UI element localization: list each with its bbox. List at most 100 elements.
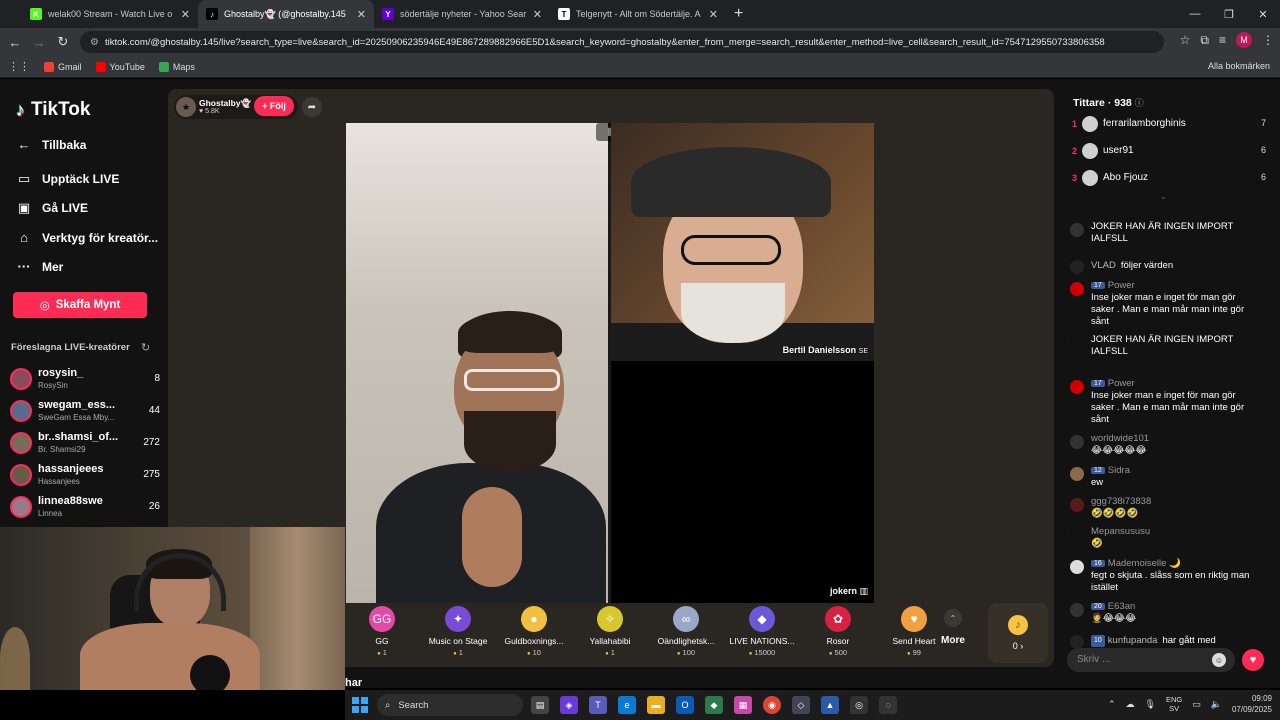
chat-username[interactable]: Mepansususu [1091, 526, 1150, 537]
chat-avatar[interactable] [1070, 635, 1084, 649]
suggested-creator[interactable]: linnea88swe Linnea 26 [10, 494, 160, 522]
outlook-icon[interactable]: O [676, 696, 694, 714]
chat-avatar[interactable] [1070, 603, 1084, 617]
obs-icon[interactable]: ◎ [850, 696, 868, 714]
gift-item[interactable]: ∞ Oändlighetsk... 100 [648, 601, 724, 659]
gift-item[interactable]: GG GG 1 [344, 601, 420, 659]
edge-icon[interactable]: e [618, 696, 636, 714]
chat-avatar[interactable] [1070, 498, 1084, 512]
chat-avatar[interactable] [1070, 380, 1084, 394]
refresh-icon[interactable]: ↻ [141, 341, 150, 354]
language-indicator[interactable]: ENG SV [1166, 695, 1182, 713]
follow-button[interactable]: + Följ [254, 96, 294, 116]
all-bookmarks-link[interactable]: Alla bokmärken [1208, 61, 1270, 71]
reload-icon[interactable]: ↻ [51, 34, 75, 50]
chat-avatar[interactable] [1070, 528, 1084, 542]
chat-username[interactable]: E63an [1108, 601, 1135, 612]
sidebar-nav-item[interactable]: ··· Mer [16, 259, 64, 274]
clock[interactable]: 09:09 07/09/2025 [1232, 693, 1272, 715]
file-explorer-icon[interactable]: ▬ [647, 696, 665, 714]
sidebar-nav-item[interactable]: ⌂ Verktyg för kreatör... [16, 230, 158, 245]
tab-close-icon[interactable]: ✕ [181, 8, 190, 21]
tab-close-icon[interactable]: ✕ [709, 8, 718, 21]
top-viewer[interactable]: 3 Abo Fjouz 6 [1072, 169, 1266, 189]
browser-tab[interactable]: T Telgenytt - Allt om Södertälje. A ✕ [550, 0, 726, 28]
assistant-icon[interactable]: ◌ [879, 696, 897, 714]
close-window-icon[interactable]: ✕ [1246, 0, 1280, 28]
new-tab-button[interactable]: + [734, 0, 743, 28]
extensions-icon[interactable]: ⧉ [1200, 33, 1209, 48]
photos-icon[interactable]: ▲ [821, 696, 839, 714]
forward-arrow-icon[interactable]: → [27, 35, 51, 50]
gift-item[interactable]: ✧ Yallahabibi 1 [572, 601, 648, 659]
bookmark-star-icon[interactable]: ☆ [1180, 33, 1191, 47]
browser-tab[interactable]: ♪ Ghostalby👻 (@ghostalby.145 ✕ [198, 0, 374, 28]
viewers-title[interactable]: Tittare · 938 ⓘ [1073, 96, 1144, 109]
apps-grid-icon[interactable]: ⋮⋮ [8, 60, 30, 73]
volume-icon[interactable]: 🔈 [1211, 699, 1222, 710]
microphone-icon[interactable]: 🎙 [1145, 699, 1156, 710]
suggested-creator[interactable]: rosysin_ RosySin 8 [10, 366, 160, 394]
minimize-icon[interactable]: — [1178, 0, 1212, 28]
sidebar-nav-item[interactable]: ▭ Upptäck LIVE [16, 171, 120, 187]
site-info-icon[interactable]: ⚙ [90, 37, 99, 48]
chat-avatar[interactable] [1070, 435, 1084, 449]
tray-chevron-icon[interactable]: ⌃ [1108, 699, 1116, 710]
gift-item[interactable]: ✿ Rosor 500 [800, 601, 876, 659]
task-view-icon[interactable]: ▤ [531, 696, 549, 714]
chat-avatar[interactable] [1070, 260, 1084, 274]
teams-icon[interactable]: T [589, 696, 607, 714]
host-avatar[interactable]: ★ [176, 97, 196, 117]
profile-avatar[interactable]: M [1236, 32, 1252, 48]
chat-avatar[interactable] [1070, 223, 1084, 237]
heart-icon[interactable]: ♥ [1242, 649, 1264, 671]
chat-username[interactable]: Sidra [1108, 465, 1130, 476]
store-icon[interactable]: ▦ [734, 696, 752, 714]
sidebar-nav-item[interactable]: ▣ Gå LIVE [16, 200, 88, 216]
address-bar[interactable]: ⚙ tiktok.com/@ghostalby.145/live?search_… [80, 31, 1164, 53]
app-icon[interactable]: ◇ [792, 696, 810, 714]
tiktok-logo[interactable]: ♪ TikTok [16, 99, 90, 121]
bookmark-item[interactable]: Maps [158, 61, 195, 72]
tab-close-icon[interactable]: ✕ [533, 8, 542, 21]
top-viewer[interactable]: 1 ferrarilamborghinis 7 [1072, 115, 1266, 135]
chrome-icon[interactable]: ◉ [763, 696, 781, 714]
get-coins-button[interactable]: ◎ Skaffa Mynt [13, 292, 147, 318]
share-icon[interactable]: ➦ [302, 97, 322, 117]
media-icon[interactable]: ≡ [1219, 33, 1226, 47]
chat-username[interactable]: ggg738i73838 [1091, 496, 1151, 507]
gift-item[interactable]: ● Guldboxnings... 10 [496, 601, 572, 659]
copilot-icon[interactable]: ◈ [560, 696, 578, 714]
gift-item[interactable]: ◆ LIVE NATIONS... 15000 [724, 601, 800, 659]
windows-start-icon[interactable] [352, 697, 368, 713]
chat-avatar[interactable] [1070, 336, 1084, 350]
back-arrow-icon[interactable]: ← [3, 35, 27, 50]
chat-username[interactable]: VLAD [1091, 260, 1116, 271]
defender-icon[interactable]: ◆ [705, 696, 723, 714]
chat-avatar[interactable] [1070, 560, 1084, 574]
more-gifts-button[interactable]: ⌃ More [938, 609, 968, 653]
chat-username[interactable]: worldwide101 [1091, 433, 1149, 444]
chat-avatar[interactable] [1070, 282, 1084, 296]
bookmark-item[interactable]: YouTube [95, 61, 145, 72]
emoji-icon[interactable]: ☺ [1212, 653, 1226, 667]
gift-item[interactable]: ✦ Music on Stage 1 [420, 601, 496, 659]
suggested-creator[interactable]: hassanjeees Hassanjees 275 [10, 462, 160, 490]
chat-username[interactable]: Power [1108, 378, 1135, 389]
suggested-creator[interactable]: br..shamsi_of... Br. Shamsi29 272 [10, 430, 160, 458]
coin-balance[interactable]: ♪ 0 › [988, 603, 1048, 663]
chat-username[interactable]: Power [1108, 280, 1135, 291]
chat-username[interactable]: Mademoiselle 🌙 [1108, 558, 1181, 569]
browser-tab[interactable]: Ysödertälje nyheter - Yahoo Sear ✕ [374, 0, 550, 28]
chat-input[interactable]: Skriv ... [1067, 648, 1235, 672]
back-link[interactable]: ← Tillbaka [16, 137, 87, 152]
network-icon[interactable]: ▭ [1192, 699, 1201, 710]
top-viewer[interactable]: 2 user91 6 [1072, 142, 1266, 162]
bookmark-item[interactable]: Gmail [44, 61, 82, 72]
chat-username[interactable]: kunfupanda [1108, 635, 1158, 646]
onedrive-icon[interactable]: ☁ [1126, 699, 1135, 710]
menu-dots-icon[interactable]: ⋮ [1262, 33, 1274, 47]
tab-close-icon[interactable]: ✕ [357, 8, 366, 21]
chevron-down-icon[interactable]: ⌄ [1160, 192, 1167, 201]
suggested-creator[interactable]: swegam_ess... SweGam Essa Mby... 44 [10, 398, 160, 426]
